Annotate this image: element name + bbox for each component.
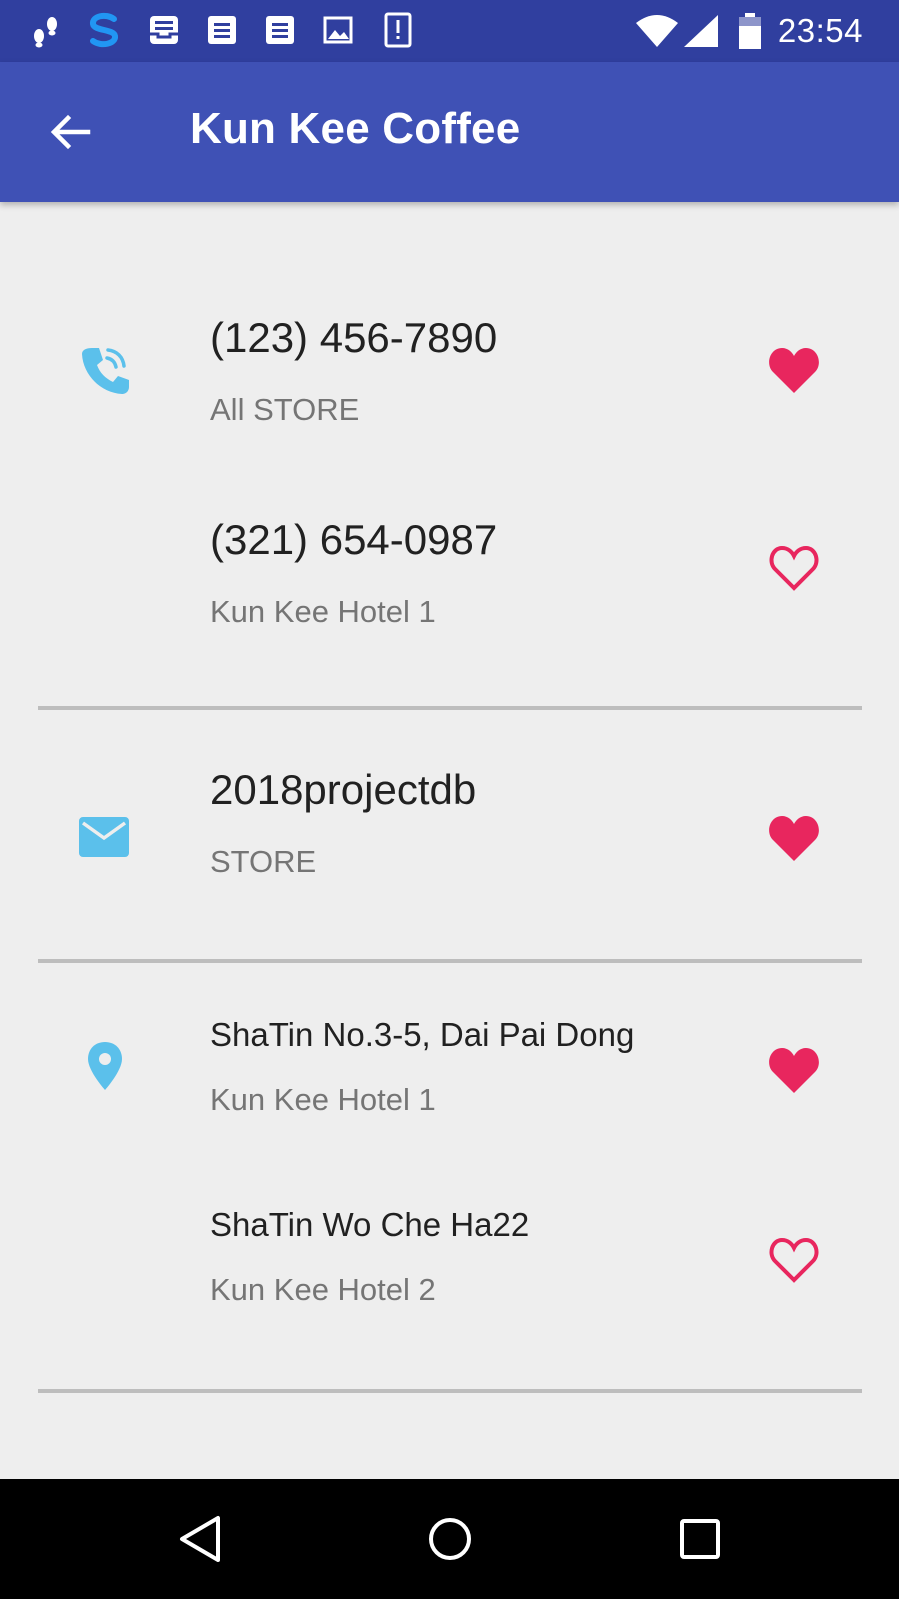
- battery-icon: [738, 13, 761, 49]
- home-circle-icon: [429, 1518, 471, 1560]
- document-icon: [202, 10, 242, 50]
- phone-number: (321) 654-0987: [210, 516, 498, 563]
- recents-square-icon: [680, 1519, 720, 1559]
- favorite-button[interactable]: [766, 1232, 822, 1288]
- signal-icon: [683, 15, 718, 47]
- email-address: 2018projectdb: [210, 766, 477, 813]
- heart-filled-icon: [769, 1048, 819, 1093]
- location-pin-icon: [86, 1040, 124, 1097]
- email-label: STORE: [210, 844, 317, 879]
- arrow-back-icon: [50, 114, 91, 150]
- phone-icon: [78, 344, 130, 401]
- phone-number: (123) 456-7890: [210, 314, 498, 361]
- address-label: Kun Kee Hotel 2: [210, 1272, 436, 1307]
- section-divider: [38, 706, 862, 710]
- address-label: Kun Kee Hotel 1: [210, 1082, 436, 1117]
- section-divider: [38, 1389, 862, 1393]
- page-title: Kun Kee Coffee: [190, 104, 521, 153]
- phone-item[interactable]: (123) 456-7890 All STORE: [0, 282, 899, 462]
- image-icon: [318, 10, 358, 50]
- phone-label: Kun Kee Hotel 1: [210, 594, 436, 629]
- nav-back-button[interactable]: [170, 1509, 230, 1569]
- heart-outline-icon: [769, 545, 819, 591]
- document-icon: [260, 10, 300, 50]
- email-item[interactable]: 2018projectdb STORE: [0, 732, 899, 912]
- address-item[interactable]: ShaTin No.3-5, Dai Pai Dong Kun Kee Hote…: [0, 992, 899, 1172]
- footsteps-icon: [26, 10, 66, 50]
- heart-filled-icon: [769, 348, 819, 393]
- email-icon: [78, 816, 130, 863]
- nav-home-button[interactable]: [420, 1509, 480, 1569]
- status-clock: 23:54: [777, 12, 863, 49]
- contact-detail-list: (123) 456-7890 All STORE (321) 654-0987 …: [0, 202, 899, 1479]
- section-divider: [38, 959, 862, 963]
- phone-item[interactable]: (321) 654-0987 Kun Kee Hotel 1: [0, 484, 899, 664]
- heart-filled-icon: [769, 816, 819, 861]
- address-item[interactable]: ShaTin Wo Che Ha22 Kun Kee Hotel 2: [0, 1182, 899, 1342]
- favorite-button[interactable]: [766, 810, 822, 866]
- favorite-button[interactable]: [766, 342, 822, 398]
- app-bar: Kun Kee Coffee: [0, 62, 899, 202]
- inbox-icon: [144, 10, 184, 50]
- heart-outline-icon: [769, 1237, 819, 1283]
- wifi-icon: [635, 15, 678, 47]
- status-bar: 23:54: [0, 0, 899, 62]
- favorite-button[interactable]: [766, 540, 822, 596]
- address-line: ShaTin Wo Che Ha22: [210, 1206, 530, 1243]
- nav-recents-button[interactable]: [670, 1509, 730, 1569]
- back-button[interactable]: [40, 102, 100, 162]
- favorite-button[interactable]: [766, 1042, 822, 1098]
- phone-label: All STORE: [210, 392, 360, 427]
- back-triangle-icon: [180, 1516, 220, 1562]
- address-line: ShaTin No.3-5, Dai Pai Dong: [210, 1016, 635, 1053]
- system-nav-bar: [0, 1479, 899, 1599]
- s-app-icon: [82, 10, 126, 50]
- alert-icon: [378, 10, 418, 50]
